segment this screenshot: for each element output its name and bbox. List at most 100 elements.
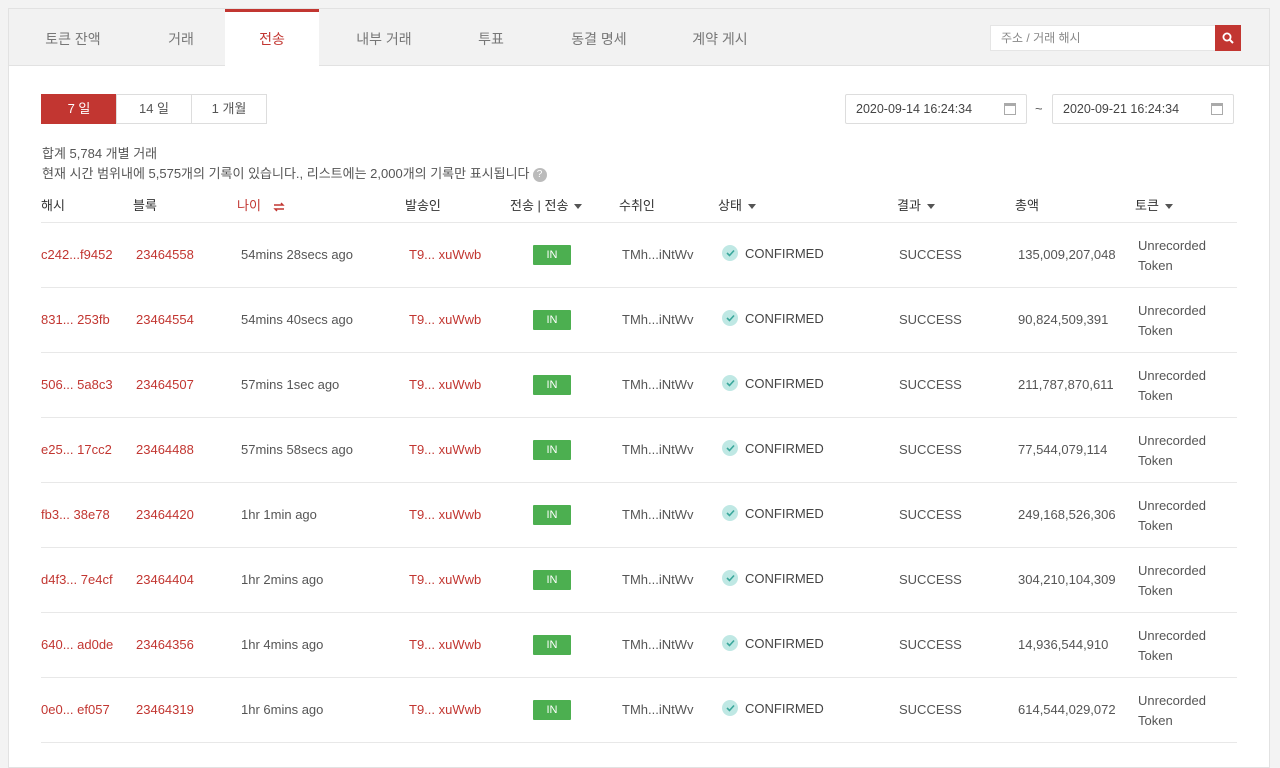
tx-hash-link[interactable]: 506... 5a8c3 [41, 377, 113, 392]
tx-hash-link[interactable]: fb3... 38e78 [41, 507, 110, 522]
token-text: Unrecorded Token [1138, 303, 1206, 338]
check-icon [722, 310, 738, 326]
toggle-swap-icon[interactable] [272, 202, 285, 212]
age-text: 1hr 1min ago [241, 507, 317, 522]
end-date-field [1052, 94, 1234, 124]
chevron-down-icon[interactable] [926, 204, 935, 210]
token-text: Unrecorded Token [1138, 433, 1206, 468]
from-address-link[interactable]: T9... xuWwb [409, 702, 481, 717]
chevron-down-icon[interactable] [1164, 204, 1173, 210]
block-link[interactable]: 23464356 [136, 637, 194, 652]
column-to: 수취인 [619, 198, 655, 213]
period-14-days-button[interactable]: 14 일 [116, 94, 192, 124]
table-row: c242...f9452 23464558 54mins 28secs ago … [41, 223, 1237, 288]
status-text: CONFIRMED [745, 440, 824, 456]
calendar-icon[interactable] [1004, 103, 1016, 115]
tx-hash-link[interactable]: d4f3... 7e4cf [41, 572, 113, 587]
tab-freeze-details[interactable]: 동결 명세 [533, 9, 665, 66]
status-badge: CONFIRMED [722, 310, 824, 326]
column-token[interactable]: 토큰 [1135, 195, 1173, 214]
column-block: 블록 [133, 198, 157, 213]
block-link[interactable]: 23464488 [136, 442, 194, 457]
token-text: Unrecorded Token [1138, 693, 1206, 728]
search-input[interactable] [991, 26, 1217, 50]
to-address-text: TMh...iNtWv [622, 377, 694, 392]
table-row: 640... ad0de 23464356 1hr 4mins ago T9..… [41, 613, 1237, 678]
check-icon [722, 700, 738, 716]
age-text: 57mins 1sec ago [241, 377, 340, 392]
check-icon [722, 375, 738, 391]
table-row: e25... 17cc2 23464488 57mins 58secs ago … [41, 418, 1237, 483]
from-address-link[interactable]: T9... xuWwb [409, 312, 481, 327]
in-badge: IN [533, 505, 571, 525]
status-text: CONFIRMED [745, 505, 824, 521]
tab-transactions[interactable]: 거래 [137, 9, 225, 66]
in-badge: IN [533, 700, 571, 720]
amount-text: 77,544,079,114 [1018, 442, 1108, 457]
check-icon [722, 635, 738, 651]
block-link[interactable]: 23464558 [136, 247, 194, 262]
result-text: SUCCESS [899, 247, 962, 262]
column-age-label: 나이 [237, 198, 261, 213]
block-link[interactable]: 23464319 [136, 702, 194, 717]
age-text: 1hr 6mins ago [241, 702, 324, 717]
records-note: 현재 시간 범위내에 5,575개의 기록이 있습니다., 리스트에는 2,00… [42, 164, 547, 184]
status-badge: CONFIRMED [722, 440, 824, 456]
from-address-link[interactable]: T9... xuWwb [409, 637, 481, 652]
tab-bar: 토큰 잔액 거래 전송 내부 거래 투표 동결 명세 계약 게시 [9, 9, 1269, 67]
period-7-days-button[interactable]: 7 일 [41, 94, 117, 124]
summary: 합계 5,784 개별 거래 현재 시간 범위내에 5,575개의 기록이 있습… [42, 144, 547, 184]
start-date-input[interactable] [846, 95, 996, 123]
tx-hash-link[interactable]: 831... 253fb [41, 312, 110, 327]
table-row: fb3... 38e78 23464420 1hr 1min ago T9...… [41, 483, 1237, 548]
column-status[interactable]: 상태 [718, 195, 756, 214]
table-header: 해시 블록 나이 발송인 전송 | 전송 수취인 상태 결과 총액 토큰 [41, 189, 1237, 223]
tx-hash-link[interactable]: e25... 17cc2 [41, 442, 112, 457]
column-hash: 해시 [41, 198, 65, 213]
column-age[interactable]: 나이 [237, 195, 285, 214]
block-link[interactable]: 23464507 [136, 377, 194, 392]
column-type[interactable]: 전송 | 전송 [510, 195, 583, 214]
info-icon[interactable]: ? [532, 167, 547, 182]
to-address-text: TMh...iNtWv [622, 442, 694, 457]
in-badge: IN [533, 635, 571, 655]
search-button[interactable] [1215, 25, 1241, 51]
transfers-table-body: c242...f9452 23464558 54mins 28secs ago … [41, 223, 1237, 743]
from-address-link[interactable]: T9... xuWwb [409, 572, 481, 587]
to-address-text: TMh...iNtWv [622, 702, 694, 717]
from-address-link[interactable]: T9... xuWwb [409, 507, 481, 522]
tab-transfers[interactable]: 전송 [225, 9, 319, 67]
table-row: 506... 5a8c3 23464507 57mins 1sec ago T9… [41, 353, 1237, 418]
end-date-input[interactable] [1053, 95, 1203, 123]
tx-hash-link[interactable]: c242...f9452 [41, 247, 113, 262]
from-address-link[interactable]: T9... xuWwb [409, 377, 481, 392]
status-text: CONFIRMED [745, 635, 824, 651]
column-result[interactable]: 결과 [897, 195, 935, 214]
block-link[interactable]: 23464404 [136, 572, 194, 587]
from-address-link[interactable]: T9... xuWwb [409, 247, 481, 262]
chevron-down-icon[interactable] [747, 204, 756, 210]
table-row: d4f3... 7e4cf 23464404 1hr 2mins ago T9.… [41, 548, 1237, 613]
tx-hash-link[interactable]: 640... ad0de [41, 637, 113, 652]
tab-votes[interactable]: 투표 [449, 9, 533, 66]
age-text: 57mins 58secs ago [241, 442, 354, 457]
from-address-link[interactable]: T9... xuWwb [409, 442, 481, 457]
to-address-text: TMh...iNtWv [622, 312, 694, 327]
age-text: 1hr 4mins ago [241, 637, 324, 652]
chevron-down-icon[interactable] [574, 204, 583, 210]
block-link[interactable]: 23464554 [136, 312, 194, 327]
tx-hash-link[interactable]: 0e0... ef057 [41, 702, 110, 717]
tab-contract-deploy[interactable]: 계약 게시 [665, 9, 775, 66]
to-address-text: TMh...iNtWv [622, 572, 694, 587]
tab-internal-transactions[interactable]: 내부 거래 [319, 9, 449, 66]
column-type-label: 전송 | 전송 [510, 198, 569, 213]
status-badge: CONFIRMED [722, 570, 824, 586]
tab-token-balance[interactable]: 토큰 잔액 [9, 9, 137, 66]
period-selector: 7 일 14 일 1 개월 [41, 94, 267, 124]
column-token-label: 토큰 [1135, 198, 1159, 213]
search-icon [1222, 32, 1234, 44]
calendar-icon[interactable] [1211, 103, 1223, 115]
period-1-month-button[interactable]: 1 개월 [191, 94, 267, 124]
status-badge: CONFIRMED [722, 700, 824, 716]
block-link[interactable]: 23464420 [136, 507, 194, 522]
